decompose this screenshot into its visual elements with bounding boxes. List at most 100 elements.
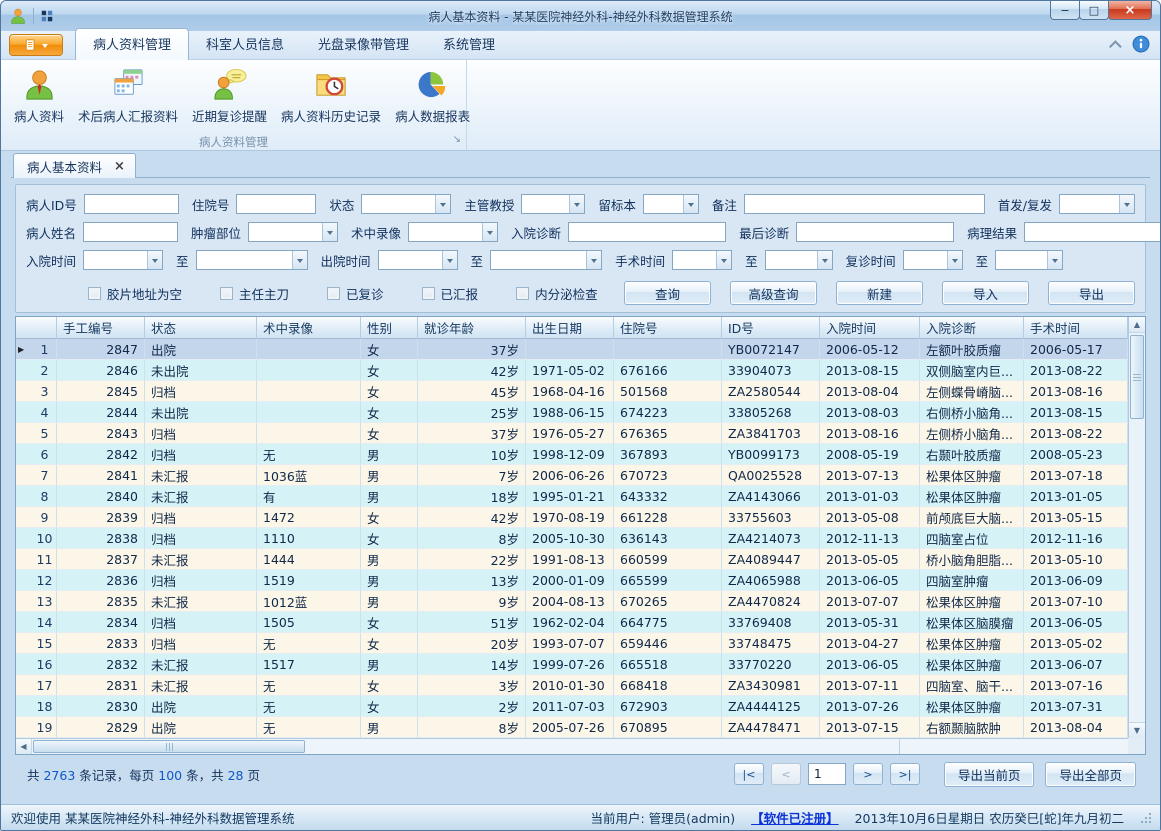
dropdown-arrow-icon[interactable]: [1047, 251, 1062, 269]
discharge-time-to-combo[interactable]: [490, 250, 602, 270]
dialog-launcher-icon[interactable]: ↘: [453, 135, 461, 145]
film-address-empty-checkbox[interactable]: 胶片地址为空: [88, 284, 182, 303]
table-row[interactable]: 82840未汇报有男18岁1995-01-21643332ZA414306620…: [16, 486, 1128, 507]
collapse-ribbon-icon[interactable]: [1109, 40, 1122, 53]
dropdown-arrow-icon[interactable]: [322, 223, 337, 241]
table-row[interactable]: 182830出院无女2岁2011-07-03672903ZA4444125201…: [16, 696, 1128, 717]
intraop-video-combo[interactable]: [408, 222, 498, 242]
table-row[interactable]: 162832未汇报1517男14岁1999-07-266655183377022…: [16, 654, 1128, 675]
dropdown-arrow-icon[interactable]: [147, 251, 162, 269]
horizontal-scroll-thumb[interactable]: [33, 740, 305, 753]
postop-report-button[interactable]: 术后病人汇报资料: [71, 63, 185, 129]
vertical-scrollbar[interactable]: ▲ ▼: [1128, 317, 1145, 738]
tab-patient-data-management[interactable]: 病人资料管理: [75, 28, 189, 60]
revisit-time-from-combo[interactable]: [903, 250, 963, 270]
export-button[interactable]: 导出: [1048, 281, 1135, 305]
dropdown-arrow-icon[interactable]: [292, 251, 307, 269]
checkbox-icon[interactable]: [516, 287, 529, 300]
checkbox-icon[interactable]: [220, 287, 233, 300]
page-input[interactable]: [808, 763, 846, 785]
import-button[interactable]: 导入: [942, 281, 1029, 305]
new-button[interactable]: 新建: [836, 281, 923, 305]
table-row[interactable]: ▶12847出院女37岁YB00721472006-05-12左额叶胶质瘤200…: [16, 339, 1128, 360]
checkbox-icon[interactable]: [327, 287, 340, 300]
admission-time-to-combo[interactable]: [196, 250, 308, 270]
table-row[interactable]: 32845归档女45岁1968-04-16501568ZA25805442013…: [16, 381, 1128, 402]
tab-close-icon[interactable]: ×: [114, 160, 125, 173]
column-header[interactable]: 就诊年龄: [418, 317, 526, 339]
discharge-time-from-combo[interactable]: [378, 250, 458, 270]
remark-input[interactable]: [744, 194, 985, 214]
horizontal-scrollbar[interactable]: ◀: [16, 738, 1145, 754]
document-tab-patient-basic-data[interactable]: 病人基本资料 ×: [13, 153, 136, 178]
table-row[interactable]: 92839归档1472女42岁1970-08-19661228337556032…: [16, 507, 1128, 528]
dropdown-arrow-icon[interactable]: [442, 251, 457, 269]
resize-grip-icon[interactable]: [1140, 812, 1152, 824]
column-header[interactable]: 入院诊断: [920, 317, 1024, 339]
table-row[interactable]: 152833归档无女20岁1993-07-0765944633748475201…: [16, 633, 1128, 654]
patient-id-input[interactable]: [84, 194, 179, 214]
dropdown-arrow-icon[interactable]: [1119, 195, 1134, 213]
supervising-professor-combo[interactable]: [521, 194, 585, 214]
application-menu-button[interactable]: [9, 34, 63, 56]
first-page-button[interactable]: |<: [734, 763, 764, 785]
column-header[interactable]: 手术时间: [1024, 317, 1128, 339]
scroll-down-icon[interactable]: ▼: [1129, 722, 1145, 738]
reported-checkbox[interactable]: 已汇报: [422, 284, 479, 303]
admission-time-from-combo[interactable]: [83, 250, 163, 270]
dropdown-arrow-icon[interactable]: [683, 195, 698, 213]
dropdown-arrow-icon[interactable]: [817, 251, 832, 269]
prev-page-button[interactable]: <: [771, 763, 801, 785]
table-row[interactable]: 102838归档1110女8岁2005-10-30636143ZA4214073…: [16, 528, 1128, 549]
revisit-time-to-combo[interactable]: [995, 250, 1063, 270]
history-record-button[interactable]: 病人资料历史记录: [274, 63, 388, 129]
license-registered-link[interactable]: 【软件已注册】: [751, 808, 839, 827]
dropdown-arrow-icon[interactable]: [947, 251, 962, 269]
tab-system-management[interactable]: 系统管理: [426, 29, 512, 59]
column-header[interactable]: 性别: [361, 317, 418, 339]
surgery-time-to-combo[interactable]: [765, 250, 833, 270]
data-report-button[interactable]: 病人数据报表: [388, 63, 477, 129]
status-combo[interactable]: [361, 194, 451, 214]
table-row[interactable]: 172831未汇报无女3岁2010-01-30668418ZA343098120…: [16, 675, 1128, 696]
scroll-up-icon[interactable]: ▲: [1129, 317, 1145, 333]
last-page-button[interactable]: >|: [890, 763, 920, 785]
checkbox-icon[interactable]: [88, 287, 101, 300]
table-row[interactable]: 122836归档1519男13岁2000-01-09665599ZA406598…: [16, 570, 1128, 591]
export-all-pages-button[interactable]: 导出全部页: [1045, 762, 1136, 787]
tab-department-staff[interactable]: 科室人员信息: [189, 29, 301, 59]
dropdown-arrow-icon[interactable]: [482, 223, 497, 241]
table-row[interactable]: 142834归档1505女51岁1962-02-0466477533769408…: [16, 612, 1128, 633]
surgery-time-from-combo[interactable]: [672, 250, 732, 270]
table-row[interactable]: 112837未汇报1444男22岁1991-08-13660599ZA40894…: [16, 549, 1128, 570]
quick-access-layout-icon[interactable]: [40, 9, 54, 23]
dropdown-arrow-icon[interactable]: [716, 251, 731, 269]
revisit-reminder-button[interactable]: 近期复诊提醒: [185, 63, 274, 129]
specimen-kept-combo[interactable]: [643, 194, 699, 214]
first-or-recurrence-combo[interactable]: [1059, 194, 1135, 214]
patient-data-button[interactable]: 病人资料: [7, 63, 71, 129]
maximize-button[interactable]: □: [1079, 1, 1109, 20]
table-row[interactable]: 62842归档无男10岁1998-12-09367893YB0099173200…: [16, 444, 1128, 465]
minimize-button[interactable]: −: [1050, 1, 1080, 20]
dropdown-arrow-icon[interactable]: [586, 251, 601, 269]
column-header[interactable]: 手工编号: [57, 317, 145, 339]
column-header[interactable]: ID号: [722, 317, 820, 339]
dropdown-arrow-icon[interactable]: [569, 195, 584, 213]
table-row[interactable]: 72841未汇报1036蓝男7岁2006-06-26670723QA002552…: [16, 465, 1128, 486]
checkbox-icon[interactable]: [422, 287, 435, 300]
table-row[interactable]: 192829出院无男8岁2005-07-26670895ZA4478471201…: [16, 717, 1128, 738]
chief-surgeon-checkbox[interactable]: 主任主刀: [220, 284, 289, 303]
admission-number-input[interactable]: [236, 194, 316, 214]
endocrine-exam-checkbox[interactable]: 内分泌检查: [516, 284, 598, 303]
info-icon[interactable]: [1132, 35, 1150, 53]
scroll-left-icon[interactable]: ◀: [16, 739, 32, 754]
column-header[interactable]: 入院时间: [820, 317, 920, 339]
pathology-result-input[interactable]: [1024, 222, 1160, 242]
query-button[interactable]: 查询: [624, 281, 711, 305]
table-row[interactable]: 22846未出院女42岁1971-05-02676166339040732013…: [16, 360, 1128, 381]
admission-diagnosis-input[interactable]: [568, 222, 726, 242]
revisited-checkbox[interactable]: 已复诊: [327, 284, 384, 303]
tumor-site-combo[interactable]: [248, 222, 338, 242]
tab-disc-video-management[interactable]: 光盘录像带管理: [301, 29, 426, 59]
